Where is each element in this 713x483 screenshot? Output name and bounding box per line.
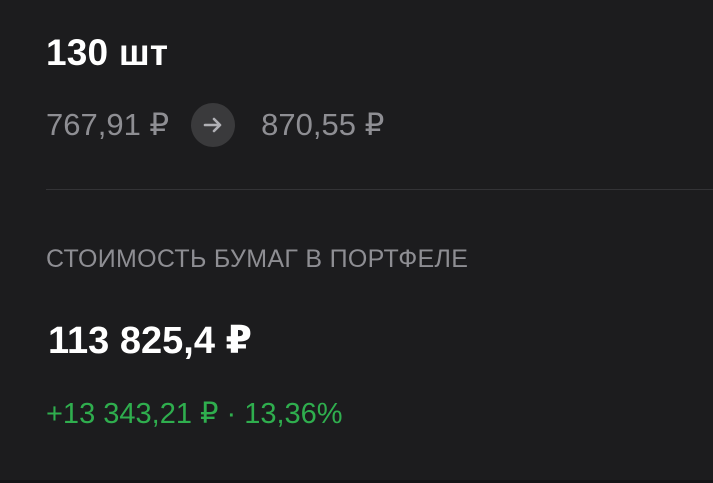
arrow-right-icon — [191, 103, 236, 147]
profit-change: +13 343,21 ₽ · 13,36% — [46, 398, 343, 430]
section-label: СТОИМОСТЬ БУМАГ В ПОРТФЕЛЕ — [46, 245, 469, 273]
divider — [46, 189, 713, 190]
price-to: 870,55 ₽ — [261, 107, 385, 142]
quantity: 130 шт — [46, 32, 169, 73]
portfolio-value: 113 825,4 ₽ — [48, 320, 252, 362]
price-change-row: 767,91 ₽ 870,55 ₽ — [46, 103, 384, 147]
price-from: 767,91 ₽ — [46, 107, 170, 142]
